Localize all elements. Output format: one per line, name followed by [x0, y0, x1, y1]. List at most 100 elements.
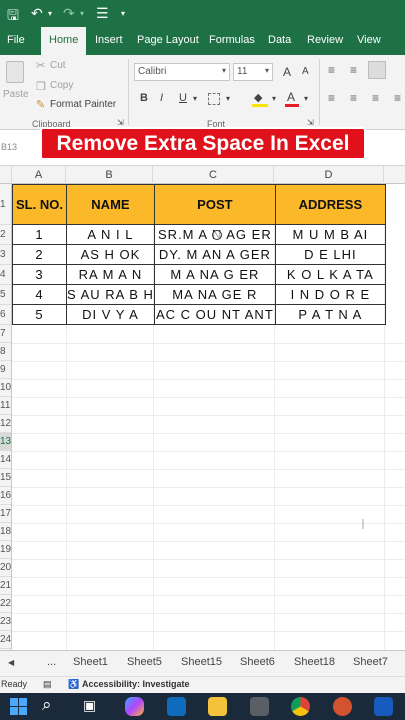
- sheet-tab-sheet1[interactable]: Sheet1: [73, 656, 108, 668]
- table-cell[interactable]: 2: [12, 244, 67, 265]
- tab-insert[interactable]: Insert: [95, 34, 123, 46]
- header-cell-post[interactable]: POST: [153, 184, 276, 225]
- copy-button[interactable]: Copy: [50, 80, 73, 91]
- font-size-select[interactable]: 11 ▾: [233, 63, 273, 81]
- file-explorer-icon[interactable]: [208, 697, 227, 716]
- chrome-icon[interactable]: [291, 697, 310, 716]
- more-sheets-button[interactable]: ...: [47, 656, 56, 668]
- task-view-icon[interactable]: ▣: [83, 697, 96, 714]
- accessibility-status[interactable]: Accessibility: Investigate: [82, 679, 190, 689]
- dialog-launcher-icon[interactable]: ⇲: [117, 118, 124, 127]
- align-justify-icon[interactable]: ≡: [394, 91, 401, 105]
- sheet-tab-sheet6[interactable]: Sheet6: [240, 656, 275, 668]
- table-cell[interactable]: M A NA G ER: [153, 264, 276, 285]
- table-cell[interactable]: MA NA GE R: [153, 284, 276, 305]
- outlook-icon[interactable]: [167, 697, 186, 716]
- tab-page-layout[interactable]: Page Layout: [137, 34, 199, 46]
- tab-file[interactable]: File: [7, 34, 25, 46]
- windows-start-icon[interactable]: [10, 698, 27, 715]
- scroll-left-icon[interactable]: ◀: [8, 658, 14, 667]
- row-header[interactable]: 23: [0, 613, 11, 631]
- table-cell[interactable]: K O L K A TA: [274, 264, 386, 285]
- customize-chevron-icon[interactable]: ▾: [121, 9, 125, 18]
- row-header[interactable]: 1: [0, 184, 11, 225]
- row-header[interactable]: 7: [0, 325, 11, 343]
- chevron-down-icon[interactable]: ▾: [193, 94, 197, 103]
- header-cell-sl-no[interactable]: SL. NO.: [12, 184, 67, 225]
- row-header[interactable]: 5: [0, 285, 11, 305]
- row-header[interactable]: 10: [0, 379, 11, 397]
- worksheet-grid[interactable]: SL. NO. NAME POST ADDRESS 1 A N I L SR.M…: [12, 184, 405, 650]
- row-header[interactable]: 4: [0, 265, 11, 285]
- sheet-tab-sheet5[interactable]: Sheet5: [127, 656, 162, 668]
- copilot-icon[interactable]: [125, 697, 144, 716]
- row-header[interactable]: 15: [0, 469, 11, 487]
- row-header[interactable]: 3: [0, 245, 11, 265]
- table-cell[interactable]: P A T N A: [274, 304, 386, 325]
- font-color-icon[interactable]: A: [285, 90, 299, 107]
- chevron-down-icon[interactable]: ▾: [272, 94, 276, 103]
- macro-recording-icon[interactable]: ▤: [43, 679, 52, 690]
- row-header[interactable]: 14: [0, 451, 11, 469]
- row-header[interactable]: 18: [0, 523, 11, 541]
- table-cell[interactable]: DY. M AN A GER: [153, 244, 276, 265]
- row-header[interactable]: 13: [0, 433, 11, 451]
- row-header[interactable]: 22: [0, 595, 11, 613]
- undo-icon[interactable]: ↶: [31, 5, 43, 22]
- accessibility-icon[interactable]: ♿: [68, 679, 79, 690]
- chevron-down-icon[interactable]: ▾: [48, 9, 52, 18]
- align-left-icon[interactable]: ≡: [328, 91, 335, 105]
- fill-color-icon[interactable]: ◆: [252, 91, 268, 107]
- format-painter-icon[interactable]: ✎: [36, 98, 45, 111]
- tab-data[interactable]: Data: [268, 34, 291, 46]
- row-header[interactable]: 6: [0, 305, 11, 325]
- copy-icon[interactable]: ❐: [36, 80, 46, 93]
- redo-icon[interactable]: ↷: [63, 5, 75, 22]
- table-cell[interactable]: M U M B AI: [274, 224, 386, 245]
- row-header[interactable]: 9: [0, 361, 11, 379]
- column-header-c[interactable]: C: [153, 166, 274, 184]
- table-cell[interactable]: RA M A N: [66, 264, 155, 285]
- table-cell[interactable]: D E LHI: [274, 244, 386, 265]
- chevron-down-icon[interactable]: ▾: [80, 9, 84, 18]
- column-header-a[interactable]: A: [12, 166, 66, 184]
- table-cell[interactable]: 3: [12, 264, 67, 285]
- table-cell[interactable]: DI V Y A: [66, 304, 155, 325]
- italic-button[interactable]: I: [160, 92, 163, 104]
- row-header[interactable]: 19: [0, 541, 11, 559]
- row-header[interactable]: 12: [0, 415, 11, 433]
- header-cell-name[interactable]: NAME: [66, 184, 155, 225]
- word-icon[interactable]: [374, 697, 393, 716]
- sheet-tab-sheet18[interactable]: Sheet18: [294, 656, 335, 668]
- row-header[interactable]: 2: [0, 225, 11, 245]
- align-center-icon[interactable]: ≡: [350, 91, 357, 105]
- align-bottom-icon[interactable]: [368, 61, 386, 79]
- format-painter-button[interactable]: Format Painter: [50, 99, 116, 110]
- table-cell[interactable]: AC C OU NT ANT: [153, 304, 276, 325]
- row-header[interactable]: 16: [0, 487, 11, 505]
- form-icon[interactable]: ☰: [96, 5, 109, 22]
- powerpoint-icon[interactable]: [333, 697, 352, 716]
- dialog-launcher-icon[interactable]: ⇲: [307, 118, 314, 127]
- tab-review[interactable]: Review: [307, 34, 343, 46]
- tab-home[interactable]: Home: [41, 27, 87, 55]
- calculator-icon[interactable]: [250, 697, 269, 716]
- select-all-corner[interactable]: [0, 166, 12, 184]
- row-header[interactable]: 11: [0, 397, 11, 415]
- paste-icon[interactable]: [6, 61, 24, 83]
- row-header[interactable]: 20: [0, 559, 11, 577]
- table-cell[interactable]: 5: [12, 304, 67, 325]
- tab-formulas[interactable]: Formulas: [209, 34, 255, 46]
- bold-button[interactable]: B: [140, 92, 148, 104]
- table-cell[interactable]: 1: [12, 224, 67, 245]
- column-header-d[interactable]: D: [274, 166, 384, 184]
- scissors-icon[interactable]: ✂: [36, 59, 45, 72]
- align-right-icon[interactable]: ≡: [372, 91, 379, 105]
- row-header[interactable]: 8: [0, 343, 11, 361]
- table-cell[interactable]: I N D O R E: [274, 284, 386, 305]
- header-cell-address[interactable]: ADDRESS: [274, 184, 386, 225]
- shrink-font-button[interactable]: A: [302, 66, 309, 77]
- row-header[interactable]: 17: [0, 505, 11, 523]
- row-header[interactable]: 24: [0, 631, 11, 649]
- align-middle-icon[interactable]: ≡: [350, 63, 357, 77]
